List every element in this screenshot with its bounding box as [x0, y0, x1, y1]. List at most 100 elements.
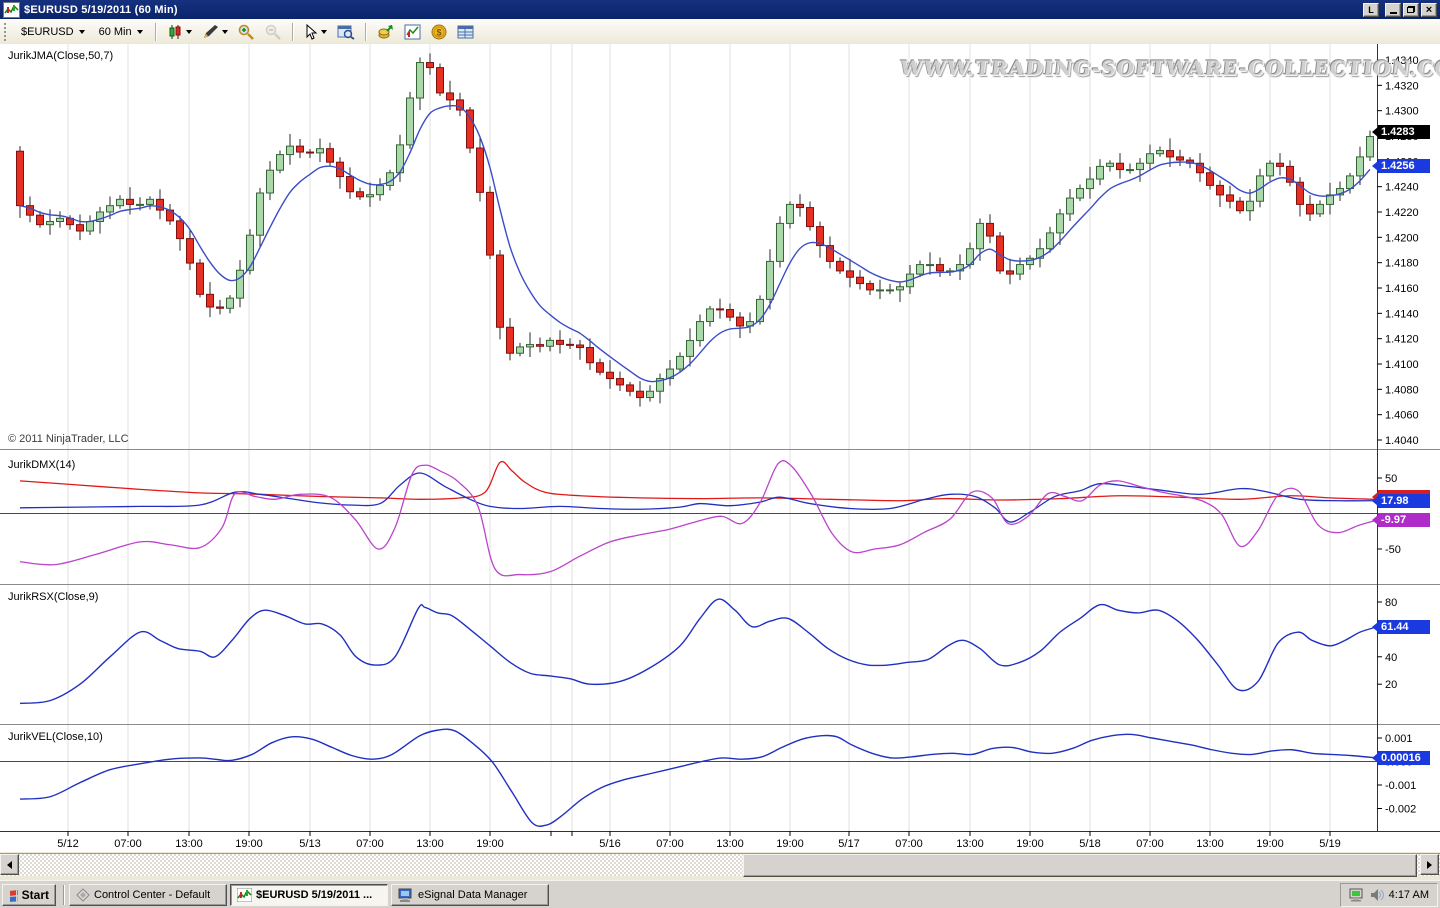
- candle-body: [417, 63, 424, 98]
- zoom-in-button[interactable]: [233, 20, 260, 44]
- scroll-right-button[interactable]: [1420, 854, 1439, 875]
- scroll-left-button[interactable]: [0, 854, 19, 875]
- scrollbar-thumb[interactable]: [743, 854, 1417, 877]
- chart-toolbar: $EURUSD 60 Min: [0, 19, 1440, 45]
- candle-body: [527, 345, 534, 347]
- account-currency-button[interactable]: $: [426, 20, 452, 44]
- chevron-down-icon: [186, 30, 192, 34]
- task-label: $EURUSD 5/19/2011 ...: [256, 889, 372, 901]
- new-chart-button[interactable]: [399, 20, 426, 44]
- start-button[interactable]: Start: [2, 884, 56, 906]
- toolbar-separator: [155, 23, 157, 41]
- candlestick-style-icon: [167, 24, 183, 40]
- market-analyzer-button[interactable]: [452, 20, 479, 44]
- candle-body: [837, 261, 844, 271]
- candle-body: [437, 68, 444, 93]
- candle-body: [257, 193, 264, 235]
- candle-body: [1147, 154, 1154, 164]
- chart-trader-icon: [377, 24, 394, 40]
- copyright-label: © 2011 NinjaTrader, LLC: [8, 433, 129, 445]
- candle-body: [1367, 137, 1374, 157]
- drawing-tools-dropdown[interactable]: [197, 20, 233, 44]
- grid-table-icon: [457, 24, 474, 40]
- candle-body: [807, 208, 814, 227]
- candle-body: [977, 223, 984, 248]
- time-axis[interactable]: [0, 832, 1377, 852]
- candle-body: [717, 309, 724, 310]
- title-bar[interactable]: $EURUSD 5/19/2011 (60 Min) L ×: [0, 0, 1440, 19]
- cursor-mode-dropdown[interactable]: [299, 20, 332, 44]
- chart-horizontal-scrollbar[interactable]: [0, 853, 1440, 876]
- network-monitor-icon[interactable]: [1349, 888, 1365, 902]
- interval-label: 60 Min: [99, 26, 132, 38]
- candle-body: [1307, 204, 1314, 214]
- chart-canvas[interactable]: 1.43401.43201.43001.42801.42601.42401.42…: [0, 44, 1440, 852]
- price-axis[interactable]: [1377, 44, 1440, 832]
- candle-body: [647, 391, 654, 397]
- link-button[interactable]: L: [1363, 3, 1379, 17]
- candle-body: [107, 206, 114, 212]
- candle-body: [697, 322, 704, 341]
- dmx-red-line: [20, 462, 1375, 501]
- candle-body: [217, 307, 224, 308]
- start-label: Start: [22, 888, 49, 902]
- candle-body: [247, 235, 254, 270]
- candle-body: [567, 344, 574, 345]
- ninjatrader-chart-window: $EURUSD 5/19/2011 (60 Min) L × $EURUSD 6…: [0, 0, 1440, 881]
- candle-body: [117, 199, 124, 205]
- restore-button[interactable]: [1403, 3, 1419, 17]
- chart-trader-button[interactable]: [372, 20, 399, 44]
- candle-body: [1227, 195, 1234, 201]
- chart-style-dropdown[interactable]: [162, 20, 197, 44]
- candle-body: [927, 265, 934, 266]
- candle-body: [617, 379, 624, 385]
- candle-body: [1137, 163, 1144, 169]
- chart-task-icon: [237, 888, 252, 902]
- candle-body: [317, 149, 324, 153]
- candle-body: [147, 199, 154, 204]
- volume-icon[interactable]: [1370, 888, 1384, 902]
- chevron-down-icon: [321, 30, 327, 34]
- task-eurusd-chart[interactable]: $EURUSD 5/19/2011 ...: [230, 884, 388, 906]
- computer-icon: [398, 888, 414, 902]
- price-panel-indicator-label: JurikJMA(Close,50,7): [8, 50, 113, 62]
- interval-selector[interactable]: 60 Min: [92, 22, 150, 42]
- zoom-out-icon: [265, 24, 282, 40]
- taskbar: Start Control Center - Default $EURUSD 5…: [0, 880, 1440, 908]
- mini-chart-icon: [404, 24, 421, 40]
- task-label: eSignal Data Manager: [418, 889, 527, 901]
- windows-logo-icon: [9, 888, 18, 902]
- candle-body: [137, 204, 144, 205]
- candle-body: [377, 185, 384, 194]
- candle-body: [1247, 201, 1254, 211]
- chevron-down-icon: [222, 30, 228, 34]
- jma-line: [20, 106, 1370, 382]
- instrument-selector[interactable]: $EURUSD: [14, 22, 92, 42]
- candle-body: [767, 261, 774, 299]
- data-box-button[interactable]: [332, 20, 360, 44]
- toolbar-grip[interactable]: [4, 23, 10, 41]
- candle-body: [477, 148, 484, 192]
- candle-body: [1127, 170, 1134, 171]
- candle-body: [1157, 151, 1164, 154]
- candle-body: [157, 199, 164, 210]
- task-control-center[interactable]: Control Center - Default: [69, 884, 227, 906]
- candle-body: [277, 155, 284, 171]
- toolbar-separator: [292, 23, 294, 41]
- zoom-out-button[interactable]: [260, 20, 287, 44]
- gold-coin-icon: $: [431, 24, 447, 40]
- candle-body: [937, 265, 944, 271]
- close-button[interactable]: ×: [1421, 3, 1437, 17]
- candle-body: [47, 222, 54, 225]
- dmx-panel-label: JurikDMX(14): [8, 459, 75, 471]
- candle-body: [677, 356, 684, 369]
- candle-body: [1177, 157, 1184, 160]
- task-esignal-data-manager[interactable]: eSignal Data Manager: [391, 884, 549, 906]
- candle-body: [627, 385, 634, 391]
- candle-body: [57, 218, 64, 221]
- candle-body: [897, 287, 904, 290]
- cursor-arrow-icon: [304, 24, 318, 40]
- minimize-button[interactable]: [1385, 3, 1401, 17]
- candle-body: [447, 93, 454, 100]
- candle-body: [757, 299, 764, 321]
